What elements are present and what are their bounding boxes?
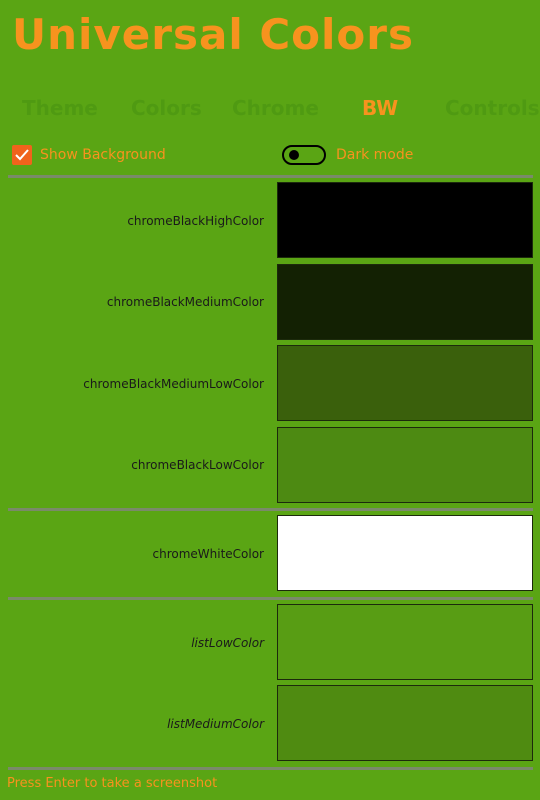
checkmark-icon [15,149,29,161]
divider [8,508,533,511]
dark-mode-label: Dark mode [336,147,414,163]
color-label-list-medium: listMediumColor [167,717,264,731]
color-swatch-chrome-black-high[interactable] [277,182,533,258]
tab-chrome[interactable]: Chrome [232,96,319,120]
screenshot-hint: Press Enter to take a screenshot [7,776,218,791]
tab-colors[interactable]: Colors [131,96,202,120]
divider [8,767,533,770]
color-swatch-chrome-black-medium[interactable] [277,264,533,340]
color-swatch-chrome-black-low[interactable] [277,427,533,503]
color-label-chrome-white: chromeWhiteColor [152,547,264,561]
tab-theme[interactable]: Theme [22,96,98,120]
color-label-chrome-black-high: chromeBlackHighColor [127,214,264,228]
color-swatch-chrome-white[interactable] [277,515,533,591]
dark-mode-option[interactable]: Dark mode [282,143,413,167]
show-background-option[interactable]: Show Background [12,143,166,167]
color-swatch-list-medium[interactable] [277,685,533,761]
tab-bar: Theme Colors Chrome BW Controls [0,96,540,126]
tab-bw[interactable]: BW [362,96,398,120]
toggle-knob [289,150,299,160]
color-label-chrome-black-low: chromeBlackLowColor [131,458,264,472]
color-label-chrome-black-medium: chromeBlackMediumColor [106,295,264,309]
app-title: Universal Colors [12,10,414,59]
color-label-chrome-black-medium-low: chromeBlackMediumLowColor [83,377,264,391]
divider [8,597,533,600]
show-background-label: Show Background [40,147,166,163]
divider [8,175,533,178]
dark-mode-toggle[interactable] [282,145,326,165]
color-label-list-low: listLowColor [191,636,264,650]
tab-controls[interactable]: Controls [445,96,540,120]
color-swatch-chrome-black-medium-low[interactable] [277,345,533,421]
color-swatch-list-low[interactable] [277,604,533,680]
show-background-checkbox[interactable] [12,145,32,165]
